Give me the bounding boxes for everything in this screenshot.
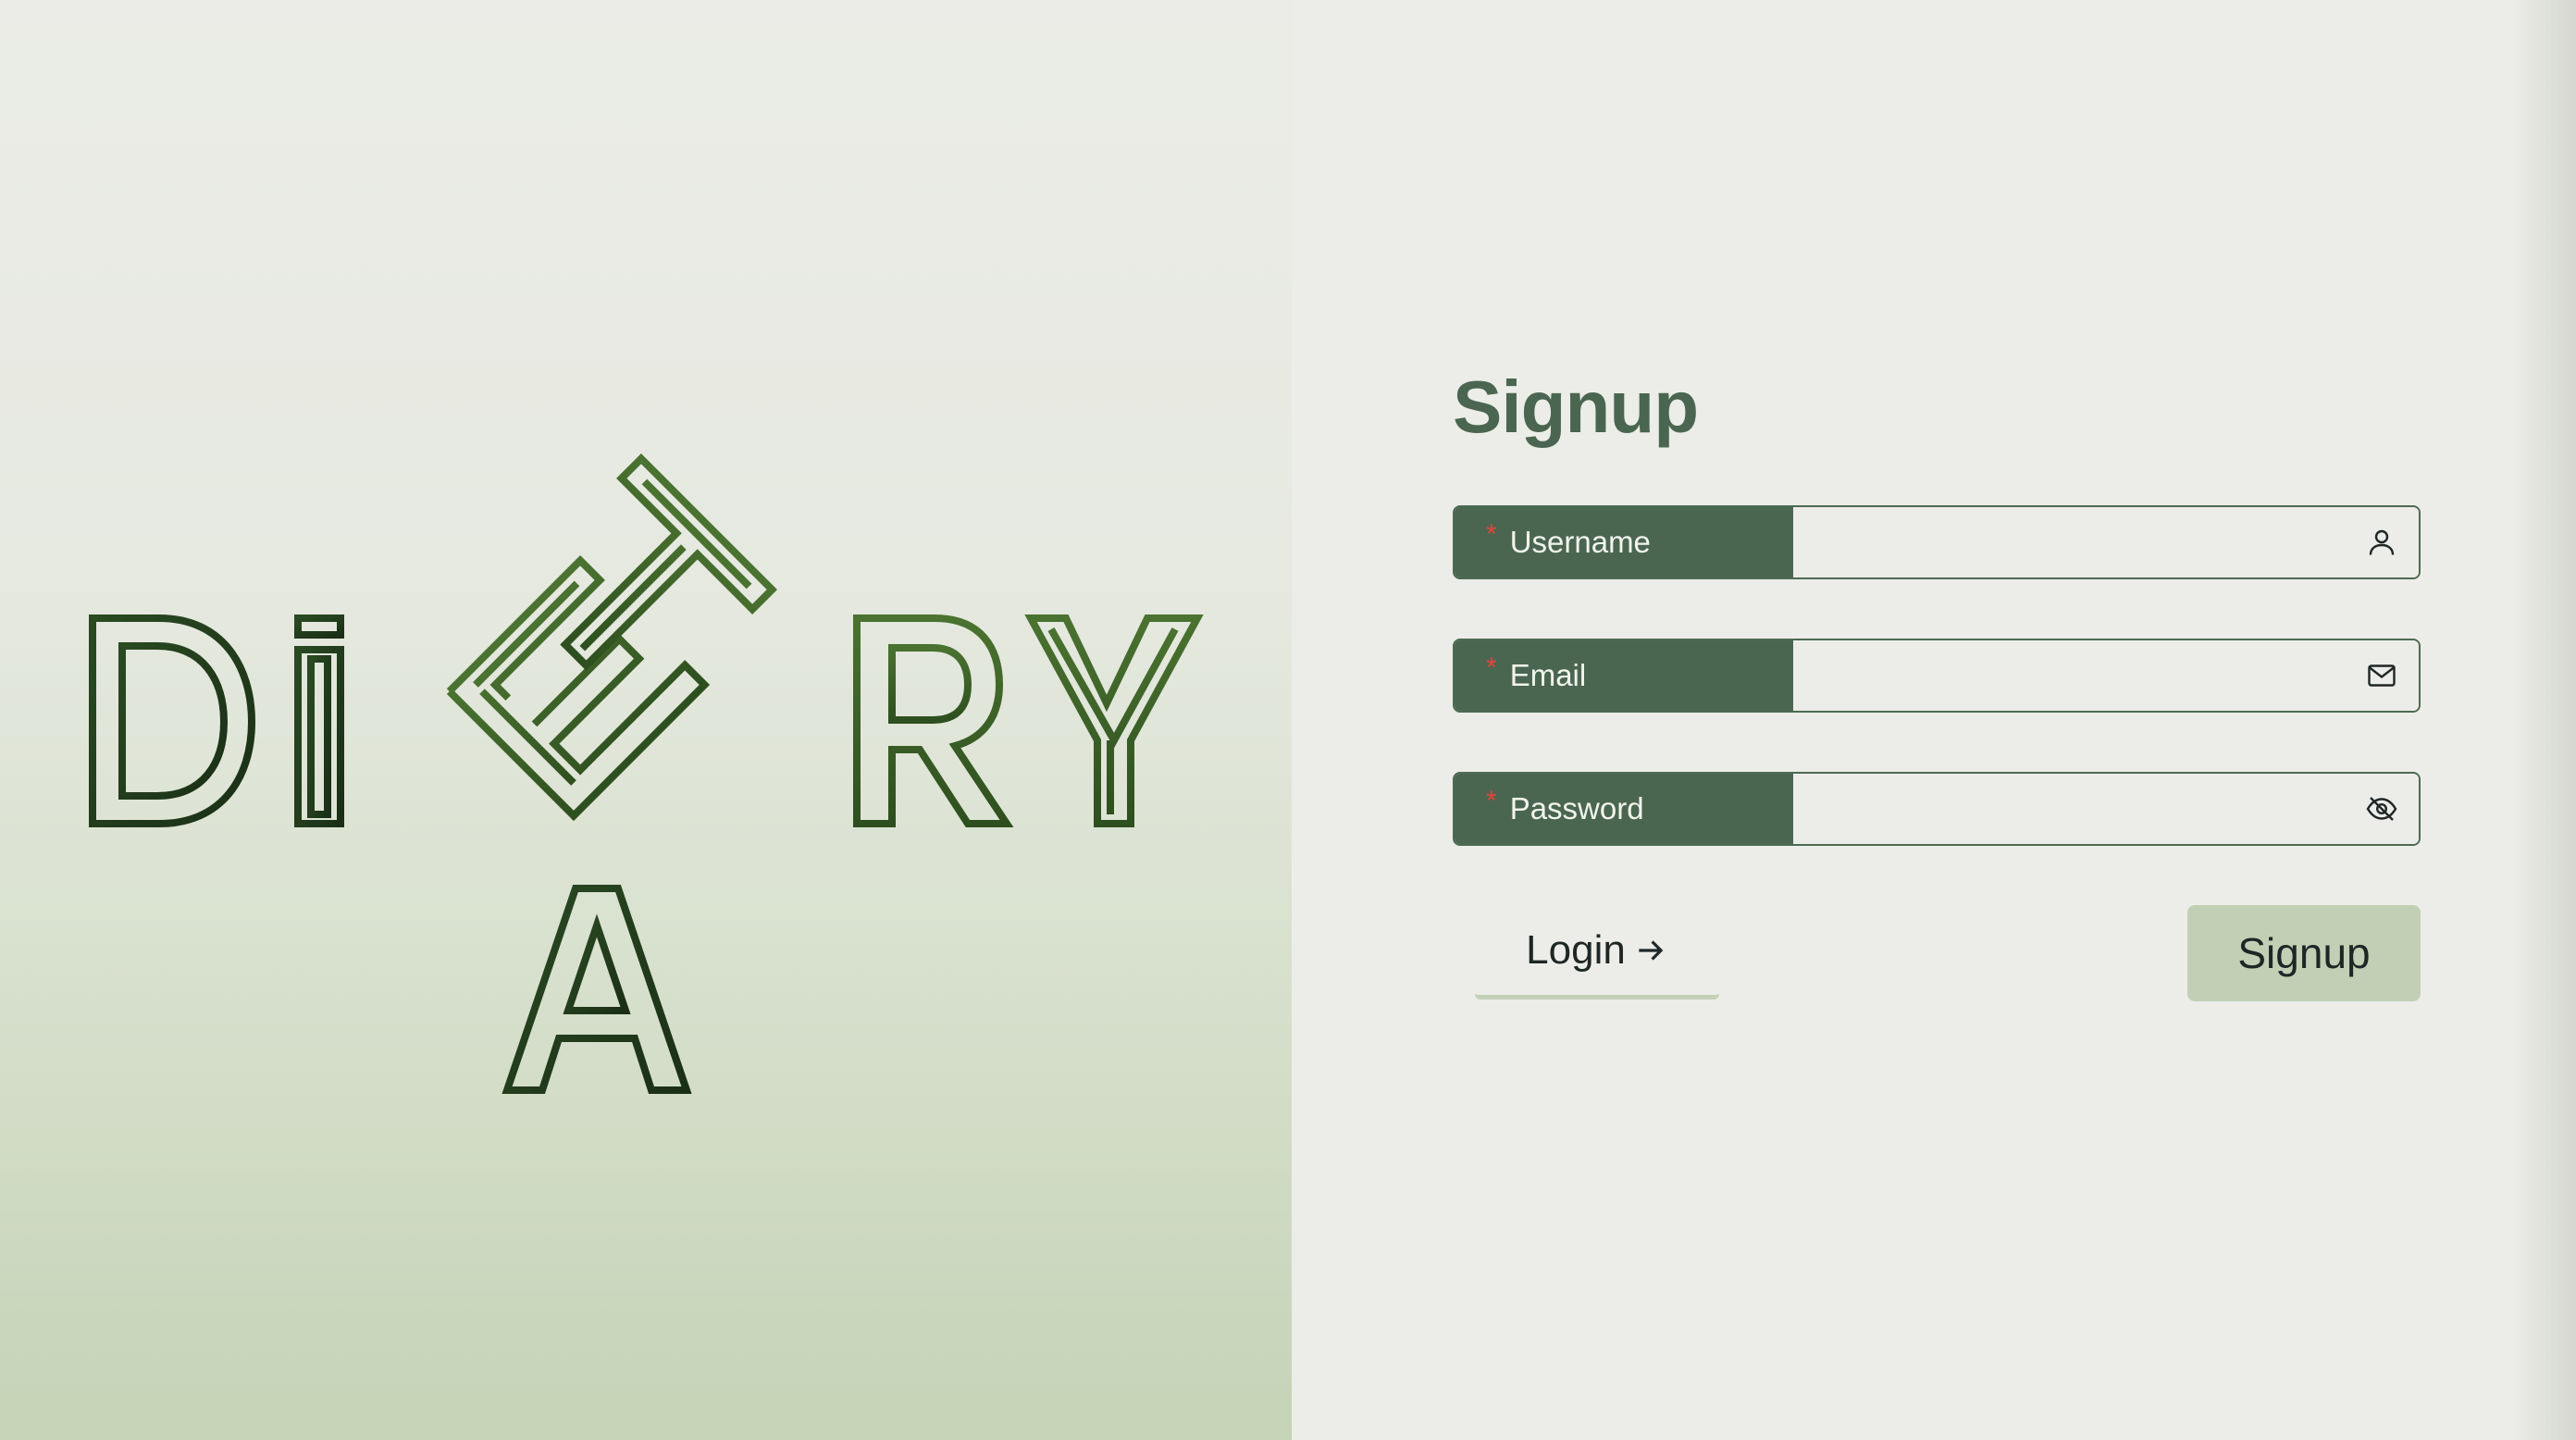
login-link[interactable]: Login bbox=[1475, 905, 1719, 999]
logo-letter-i bbox=[294, 614, 344, 827]
form-title: Signup bbox=[1453, 366, 1699, 448]
user-icon bbox=[2369, 529, 2395, 555]
eye-off-icon[interactable] bbox=[2365, 792, 2398, 826]
logo-letter-y bbox=[1024, 614, 1204, 827]
username-input-wrap bbox=[1793, 507, 2419, 577]
window-edge-shadow bbox=[2511, 0, 2576, 1440]
hero-panel bbox=[0, 0, 1292, 1440]
password-input-wrap bbox=[1793, 774, 2419, 844]
logo-letter-d bbox=[89, 614, 256, 827]
username-label: * Username bbox=[1455, 507, 1793, 577]
email-input[interactable] bbox=[1793, 640, 2419, 711]
required-marker: * bbox=[1486, 519, 1497, 550]
password-label: * Password bbox=[1455, 774, 1793, 844]
email-input-wrap bbox=[1793, 640, 2419, 711]
form-actions: Login Signup bbox=[1453, 905, 2421, 1016]
dietary-logo bbox=[89, 453, 1204, 1094]
email-field: * Email bbox=[1453, 639, 2421, 713]
email-label: * Email bbox=[1455, 640, 1793, 711]
logo-letter-e bbox=[446, 554, 711, 822]
password-field: * Password bbox=[1453, 772, 2421, 846]
password-label-text: Password bbox=[1509, 791, 1644, 826]
signup-form: Signup * Username * Email * Password Log… bbox=[1453, 370, 2421, 1016]
logo-letter-r bbox=[853, 614, 1014, 827]
required-marker: * bbox=[1486, 652, 1497, 683]
signup-button[interactable]: Signup bbox=[2187, 905, 2421, 1001]
login-link-label: Login bbox=[1526, 926, 1626, 973]
required-marker: * bbox=[1486, 786, 1497, 816]
username-input[interactable] bbox=[1793, 507, 2419, 577]
logo-letter-a bbox=[502, 885, 692, 1094]
username-field: * Username bbox=[1453, 505, 2421, 579]
email-label-text: Email bbox=[1509, 658, 1587, 692]
signup-page: Signup * Username * Email * Password Log… bbox=[0, 0, 2576, 1440]
username-label-text: Username bbox=[1509, 525, 1651, 559]
mail-icon bbox=[2368, 664, 2396, 687]
arrow-right-icon bbox=[1639, 939, 1664, 961]
password-input[interactable] bbox=[1793, 774, 2419, 844]
